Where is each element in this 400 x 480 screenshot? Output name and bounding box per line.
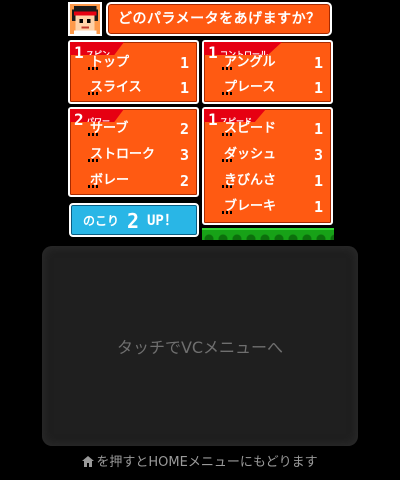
param-row: アングル 1: [222, 52, 323, 74]
param-label: ブレーキ: [224, 199, 277, 214]
home-hint: を押すとHOMEメニューにもどります: [0, 455, 400, 471]
param-value: 3: [179, 146, 189, 164]
param-label: トップ: [90, 55, 130, 70]
home-hint-text: を押すとHOMEメニューにもどります: [96, 455, 318, 470]
param-value: 1: [313, 172, 323, 190]
court-decoration: [202, 228, 334, 240]
category-panel-control[interactable]: コントロール 1 アングル 1 プレース 1: [202, 40, 333, 104]
remaining-points-box: のこり 2 UP！: [69, 203, 199, 237]
param-row: スライス 1: [88, 77, 189, 99]
category-level: 1: [208, 43, 218, 62]
category-level: 1: [74, 43, 84, 62]
param-label: プレース: [224, 80, 276, 95]
param-row: トップ 1: [88, 52, 189, 74]
param-row: ストローク 3: [88, 144, 189, 166]
param-value: 2: [179, 120, 189, 138]
param-label: ダッシュ: [224, 147, 277, 162]
param-row: ブレーキ 1: [222, 196, 323, 218]
param-row: きびんさ 1: [222, 170, 323, 192]
touch-to-menu-text: タッチでVCメニューへ: [116, 338, 284, 357]
param-value: 1: [179, 79, 189, 97]
param-row: ボレー 2: [88, 170, 189, 192]
game-top-screen: どのパラメータをあげますか？ スピン 1 トップ 1 スライス 1 コントロール…: [66, 0, 334, 240]
param-row: ダッシュ 3: [222, 144, 323, 166]
category-level: 2: [74, 110, 84, 129]
param-row: サーブ 2: [88, 118, 189, 140]
param-value: 1: [313, 79, 323, 97]
param-label: ストローク: [90, 147, 156, 162]
category-panel-spin[interactable]: スピン 1 トップ 1 スライス 1: [68, 40, 199, 104]
param-value: 1: [313, 198, 323, 216]
param-row: プレース 1: [222, 77, 323, 99]
param-value: 3: [313, 146, 323, 164]
param-label: スピード: [224, 121, 277, 136]
param-label: ボレー: [90, 173, 130, 188]
home-icon: [82, 456, 95, 467]
remaining-suffix: UP！: [147, 213, 178, 229]
category-panel-speed[interactable]: スピード 1 スピード 1 ダッシュ 3 きびんさ 1 ブレーキ 1: [202, 107, 333, 225]
param-label: スライス: [90, 80, 142, 95]
player-portrait: [68, 2, 102, 36]
remaining-count: 2: [127, 209, 140, 233]
param-label: サーブ: [90, 121, 129, 136]
vc-menu-touch-area[interactable]: タッチでVCメニューへ: [42, 246, 358, 446]
param-row: スピード 1: [222, 118, 323, 140]
param-value: 1: [179, 54, 189, 72]
param-value: 1: [313, 54, 323, 72]
param-value: 2: [179, 172, 189, 190]
category-panel-power[interactable]: パワー 2 サーブ 2 ストローク 3 ボレー 2: [68, 107, 199, 197]
remaining-prefix: のこり: [83, 214, 120, 228]
question-box: どのパラメータをあげますか？: [106, 2, 332, 36]
category-level: 1: [208, 110, 218, 129]
param-label: アングル: [224, 55, 276, 70]
param-label: きびんさ: [224, 173, 277, 188]
param-value: 1: [313, 120, 323, 138]
